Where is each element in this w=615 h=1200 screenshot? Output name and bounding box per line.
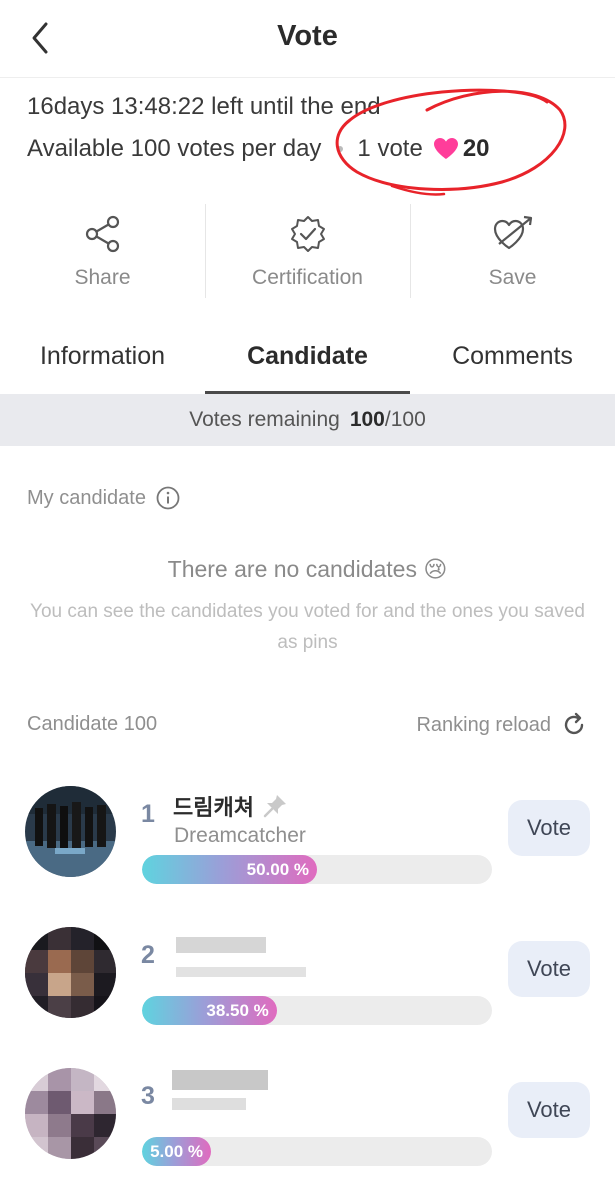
- vote-progress-track: 38.50 %: [142, 996, 492, 1025]
- vote-progress-fill: 38.50 %: [142, 996, 277, 1025]
- vote-percent-label: 38.50 %: [206, 1001, 269, 1020]
- candidate-name: 드림캐쳐: [173, 795, 254, 820]
- vote-unit-text: 1 vote: [357, 135, 423, 162]
- empty-state-subtitle: You can see the candidates you voted for…: [30, 601, 585, 653]
- save-button[interactable]: Save: [410, 200, 615, 300]
- share-icon: [85, 215, 119, 253]
- vote-percent-label: 5.00 %: [150, 1142, 203, 1161]
- votes-remaining-value: 100: [349, 408, 385, 431]
- countdown-text: 16days 13:48:22 left until the end: [27, 93, 381, 120]
- vote-progress-fill: 5.00 %: [142, 1137, 211, 1166]
- vote-button[interactable]: Vote: [508, 941, 590, 997]
- vote-percent-label: 50.00 %: [246, 860, 309, 879]
- vote-button[interactable]: Vote: [508, 1082, 590, 1138]
- heart-count: 20: [462, 135, 490, 162]
- candidate-rank: 1: [141, 800, 155, 828]
- certification-button[interactable]: Certification: [205, 200, 410, 300]
- action-row: Share Certification Save: [0, 200, 615, 300]
- candidate-row: 1 드림캐쳐 Dreamcatcher 50.00 % Vote: [0, 786, 615, 916]
- ranking-reload-label: Ranking reload: [416, 713, 551, 736]
- candidate-rank: 2: [141, 941, 155, 969]
- page-title: Vote: [277, 20, 338, 52]
- tab-candidate[interactable]: Candidate: [205, 330, 410, 394]
- candidate-avatar: [25, 1068, 116, 1159]
- tab-bar: Information Candidate Comments: [0, 330, 615, 394]
- share-label: Share: [74, 266, 131, 289]
- my-candidate-heading: My candidate: [27, 486, 180, 510]
- candidate-rank: 3: [141, 1082, 155, 1110]
- tab-information[interactable]: Information: [0, 330, 205, 394]
- vote-progress-track: 5.00 %: [142, 1137, 492, 1166]
- vote-allowance: Available 100 votes per day 1 vote 20: [27, 135, 490, 163]
- separator-dot: [337, 146, 344, 152]
- certification-label: Certification: [252, 266, 363, 289]
- available-votes-text: Available 100 votes per day: [27, 135, 322, 162]
- candidate-row: 3 5.00 % Vote: [0, 1068, 615, 1198]
- pixelated-subtitle: [176, 967, 306, 977]
- refresh-icon: [564, 712, 584, 735]
- pixelated-name: [176, 937, 266, 953]
- info-icon[interactable]: [156, 486, 180, 510]
- badge-check-icon: [290, 216, 325, 252]
- pixelated-photo: [25, 1068, 116, 1159]
- vote-progress-track: 50.00 %: [142, 855, 492, 884]
- candidate-avatar: [25, 786, 116, 877]
- my-candidate-label: My candidate: [27, 486, 146, 509]
- votes-remaining-label: Votes remaining: [189, 408, 340, 431]
- candidate-avatar: [25, 927, 116, 1018]
- group-photo: [25, 786, 116, 877]
- heart-arrow-icon: [493, 215, 532, 250]
- votes-remaining-bar: Votes remaining 100/100: [0, 394, 615, 446]
- pixelated-subtitle: [172, 1098, 246, 1110]
- tab-comments[interactable]: Comments: [410, 330, 615, 394]
- vote-button[interactable]: Vote: [508, 800, 590, 856]
- candidate-row: 2 38.50 % Vote: [0, 927, 615, 1057]
- share-button[interactable]: Share: [0, 200, 205, 300]
- candidate-name-row: 드림캐쳐: [173, 790, 288, 822]
- pixelated-photo: [25, 927, 116, 1018]
- pin-icon[interactable]: [262, 793, 288, 819]
- app-header: Vote: [0, 0, 615, 78]
- votes-remaining-total: /100: [384, 408, 426, 431]
- empty-state-title: There are no candidates 😢: [167, 556, 448, 582]
- candidate-count: Candidate 100: [27, 713, 158, 735]
- vote-progress-fill: 50.00 %: [142, 855, 317, 884]
- ranking-reload-button[interactable]: Ranking reload: [416, 712, 587, 738]
- save-label: Save: [488, 266, 537, 289]
- pixelated-name: [172, 1070, 268, 1090]
- candidate-subtitle: Dreamcatcher: [174, 824, 306, 847]
- heart-icon: [433, 138, 458, 159]
